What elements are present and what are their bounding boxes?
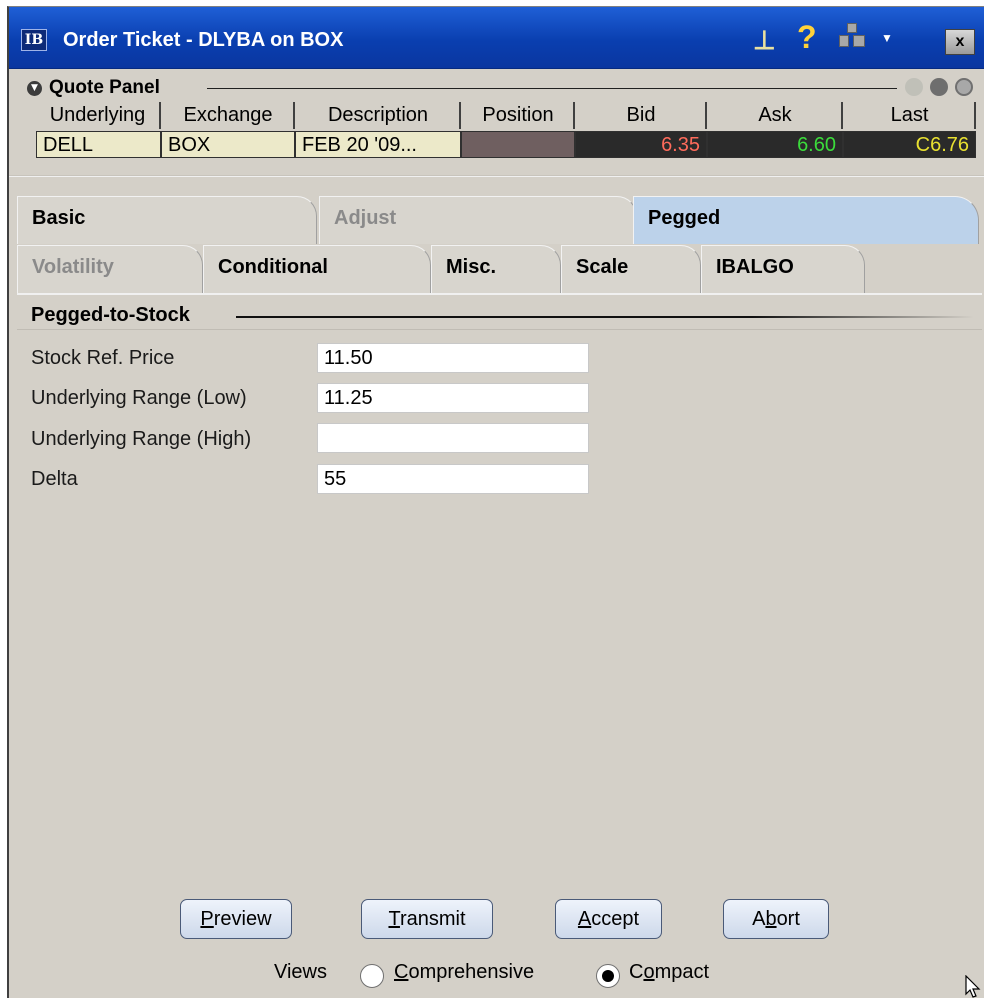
window-title: Order Ticket - DLYBA on BOX: [63, 29, 344, 51]
ib-logo-icon: IB: [21, 29, 47, 51]
col-exchange[interactable]: Exchange: [163, 102, 295, 129]
exchange-value: BOX: [161, 131, 295, 158]
underlying-value: DELL: [36, 131, 161, 158]
col-description[interactable]: Description: [297, 102, 461, 129]
label-accelerator-key: C: [394, 961, 409, 983]
comprehensive-radio[interactable]: [360, 964, 384, 988]
button-text: review: [213, 908, 272, 930]
col-ask[interactable]: Ask: [709, 102, 843, 129]
close-button[interactable]: x: [945, 29, 975, 55]
underlying-range-low-label: Underlying Range (Low): [31, 387, 247, 409]
col-bid[interactable]: Bid: [577, 102, 707, 129]
title-bar[interactable]: IB Order Ticket - DLYBA on BOX ⊥ ? ▼ x: [9, 7, 984, 69]
button-accelerator-key: P: [200, 908, 214, 930]
order-ticket-window: IB Order Ticket - DLYBA on BOX ⊥ ? ▼ x ▼…: [7, 6, 984, 998]
content-divider: [17, 293, 982, 295]
tab-row-2: Volatility Conditional Misc. Scale IBALG…: [17, 245, 979, 293]
delta-label: Delta: [31, 468, 78, 490]
collapse-arrow-icon[interactable]: ▼: [27, 81, 42, 96]
tab-adjust[interactable]: Adjust: [319, 196, 637, 244]
col-last[interactable]: Last: [845, 102, 976, 129]
last-value: C6.76: [843, 131, 976, 158]
views-label: Views: [274, 961, 327, 983]
tab-ibalgo[interactable]: IBALGO: [701, 245, 865, 293]
info-icon[interactable]: [955, 78, 973, 96]
tab-scale[interactable]: Scale: [561, 245, 701, 293]
divider: [207, 88, 897, 89]
accept-button[interactable]: Accept: [555, 899, 662, 939]
mouse-cursor-icon: [965, 975, 981, 998]
button-text: ccept: [591, 908, 640, 930]
button-accelerator-key: b: [765, 908, 777, 930]
button-text: ransmit: [399, 908, 466, 930]
delta-input[interactable]: [317, 464, 589, 494]
compact-radio[interactable]: [596, 964, 620, 988]
comprehensive-label[interactable]: Comprehensive: [394, 961, 534, 984]
col-underlying[interactable]: Underlying: [36, 102, 161, 129]
radio-selected-dot: [602, 970, 614, 982]
tab-misc[interactable]: Misc.: [431, 245, 561, 293]
divider: [236, 316, 974, 318]
button-text: A: [752, 908, 766, 930]
stock-ref-price-label: Stock Ref. Price: [31, 347, 175, 369]
bid-value: 6.35: [575, 131, 707, 158]
abort-button[interactable]: Abort: [723, 899, 829, 939]
underlying-range-high-label: Underlying Range (High): [31, 428, 252, 450]
quote-panel-header: ▼ Quote Panel: [27, 77, 977, 99]
transmit-button[interactable]: Transmit: [361, 899, 493, 939]
chevron-down-icon: ▼: [881, 31, 893, 45]
button-accelerator-key: A: [577, 908, 592, 930]
tab-conditional[interactable]: Conditional: [203, 245, 431, 293]
position-value: [461, 131, 575, 158]
underlying-range-high-input[interactable]: [317, 423, 589, 453]
quote-panel-title: Quote Panel: [49, 77, 160, 98]
preview-button[interactable]: Preview: [180, 899, 292, 939]
help-icon[interactable]: ?: [797, 19, 817, 56]
col-position[interactable]: Position: [463, 102, 575, 129]
tab-pegged[interactable]: Pegged: [633, 196, 979, 244]
tab-volatility[interactable]: Volatility: [17, 245, 203, 293]
compact-label[interactable]: Compact: [629, 961, 709, 984]
description-value: FEB 20 '09...: [295, 131, 461, 158]
stock-ref-price-input[interactable]: [317, 343, 589, 373]
refresh-icon[interactable]: [930, 78, 948, 96]
tab-row-1: Basic Adjust Pegged: [17, 196, 979, 244]
link-icon[interactable]: [905, 78, 923, 96]
button-text: ort: [776, 908, 800, 930]
ask-value: 6.60: [707, 131, 843, 158]
tab-basic[interactable]: Basic: [17, 196, 317, 244]
tab-row-filler: [865, 245, 979, 293]
pin-icon[interactable]: ⊥: [753, 25, 776, 56]
label-text: omprehensive: [408, 961, 535, 983]
section-title: Pegged-to-Stock: [31, 304, 190, 326]
divider: [9, 175, 984, 177]
label-accelerator-key: o: [643, 961, 655, 983]
underlying-range-low-input[interactable]: [317, 383, 589, 413]
button-accelerator-key: T: [388, 908, 400, 930]
label-text: C: [629, 961, 644, 983]
label-text: mpact: [654, 961, 710, 983]
tools-icon[interactable]: ▼: [839, 23, 893, 51]
